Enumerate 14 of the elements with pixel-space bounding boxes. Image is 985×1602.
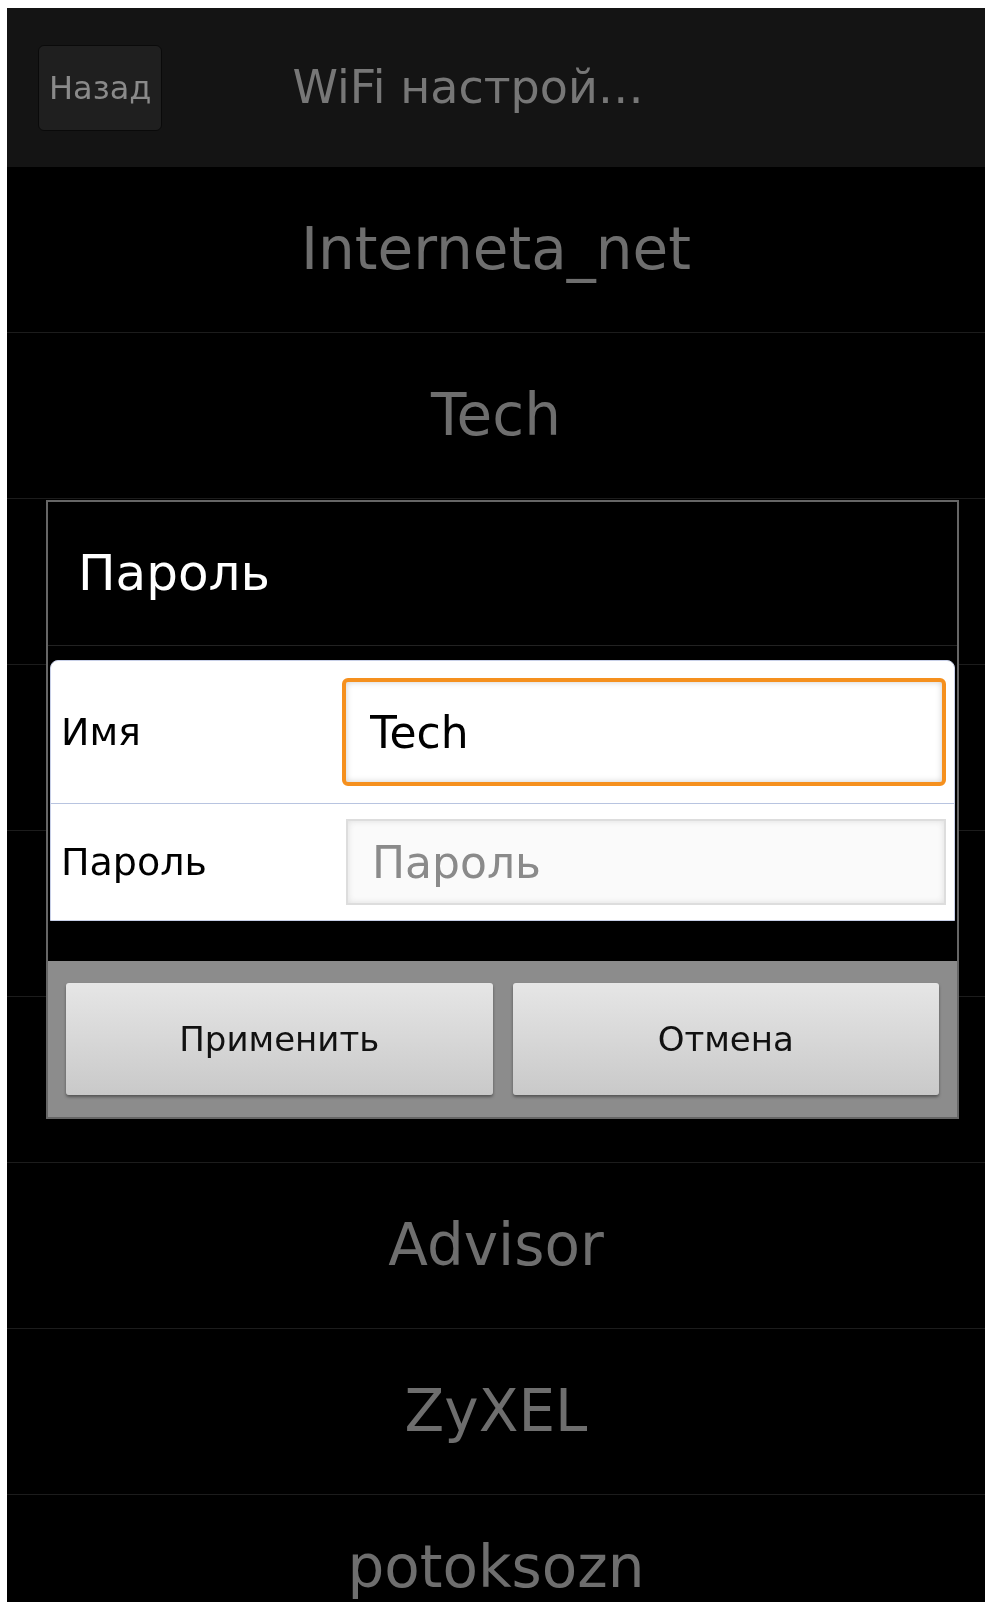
network-name[interactable]: Interneta_net [301, 213, 691, 286]
text-field[interactable]: Tech [342, 678, 946, 786]
network-name[interactable]: Tech [431, 379, 561, 452]
network-name[interactable]: potoksozn [347, 1531, 645, 1602]
back-button[interactable]: Назад [38, 44, 163, 131]
dialog-button[interactable]: Применить [66, 983, 493, 1095]
dialog-title: Пароль [78, 543, 270, 604]
network-name[interactable]: ZyXEL [404, 1375, 588, 1448]
field-label: Пароль [60, 838, 208, 886]
network-name[interactable]: Advisor [388, 1209, 604, 1282]
dialog-button[interactable]: Отмена [512, 983, 939, 1095]
screen-title: WiFi настрой… [292, 59, 644, 116]
field-label: Имя [60, 708, 142, 756]
text-field[interactable]: Пароль [346, 819, 946, 905]
